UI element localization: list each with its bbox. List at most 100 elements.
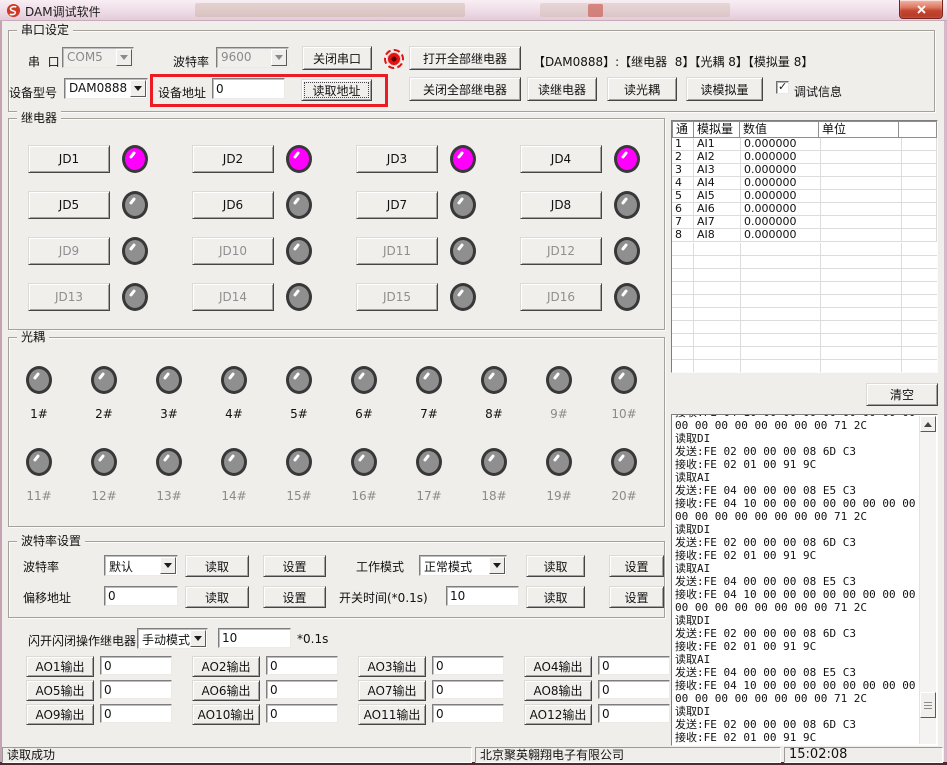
chevron-down-icon[interactable] [489,557,505,574]
relay-button[interactable]: JD13 [28,283,110,311]
clear-log-button[interactable]: 清空 [866,383,938,406]
relay-button[interactable]: JD5 [28,191,110,219]
read-address-button[interactable]: 读取地址 [301,79,372,101]
relay-cell: JD5 [28,190,148,220]
switch-set-button[interactable]: 设置 [609,586,664,608]
cell-channel: 8 [672,229,694,242]
ao-output-input[interactable] [598,656,670,675]
model-select[interactable]: DAM0888 [64,78,148,99]
flash-mode-select[interactable]: 手动模式 [137,628,208,649]
ao-output-input[interactable] [598,704,670,723]
scroll-up-icon[interactable] [920,416,936,432]
titlebar-reflection [195,3,465,17]
offset-set-button[interactable]: 设置 [263,586,326,608]
opto-led [156,448,182,476]
ao-output-button[interactable]: AO11输出 [358,704,426,725]
table-row[interactable]: 1 AI1 0.000000 [672,138,937,151]
relay-button[interactable]: JD16 [520,283,602,311]
ao-output-input[interactable] [432,680,504,699]
table-row[interactable]: 6 AI6 0.000000 [672,203,937,216]
baud-read-button[interactable]: 读取 [185,555,249,577]
relay-led [450,283,476,311]
offset-input[interactable] [104,586,178,606]
relay-button[interactable]: JD15 [356,283,438,311]
ao-output-input[interactable] [266,704,338,723]
cell-channel: 3 [672,164,694,177]
switch-read-button[interactable]: 读取 [526,586,585,608]
ao-output-input[interactable] [598,680,670,699]
ao-output-button[interactable]: AO3输出 [358,656,426,677]
close-button[interactable] [899,0,943,19]
col-header-unit: 单位 [818,121,899,138]
relay-button[interactable]: JD4 [520,145,602,173]
ao-output-button[interactable]: AO6输出 [192,680,260,701]
open-all-relays-button[interactable]: 打开全部继电器 [409,46,521,70]
relay-cell: JD12 [520,236,640,266]
ao-output-input[interactable] [432,704,504,723]
read-opto-button[interactable]: 读光耦 [607,77,677,101]
read-relay-button[interactable]: 读继电器 [527,77,597,101]
ao-output-button[interactable]: AO1输出 [26,656,94,677]
scrollbar-thumb[interactable] [920,692,936,718]
opto-cell: 20# [609,448,639,530]
opto-led [481,366,507,394]
ao-output-button[interactable]: AO10输出 [192,704,260,725]
log-output[interactable]: 发送:FE 04 00 00 00 08 E5 C3 接收:FE 04 10 0… [671,414,938,746]
table-row[interactable]: 3 AI3 0.000000 [672,164,937,177]
offset-read-button[interactable]: 读取 [185,586,249,608]
relay-button[interactable]: JD2 [192,145,274,173]
relay-button[interactable]: JD11 [356,237,438,265]
relay-button[interactable]: JD8 [520,191,602,219]
relay-button[interactable]: JD7 [356,191,438,219]
table-row[interactable]: 5 AI5 0.000000 [672,190,937,203]
opto-cell: 14# [219,448,249,530]
ao-cell: AO2输出 [192,656,338,680]
opto-label: 18# [481,489,506,503]
table-row[interactable]: 8 AI8 0.000000 [672,229,937,242]
table-row[interactable]: 2 AI2 0.000000 [672,151,937,164]
ao-output-input[interactable] [100,704,172,723]
relay-button[interactable]: JD9 [28,237,110,265]
ao-output-input[interactable] [266,656,338,675]
ao-cell: AO1输出 [26,656,172,680]
cell-analog: AI7 [694,216,741,229]
chevron-down-icon[interactable] [190,630,206,647]
baud-cfg-select[interactable]: 默认 [104,555,178,576]
flash-time-input[interactable] [218,628,291,648]
relay-button[interactable]: JD12 [520,237,602,265]
ao-output-button[interactable]: AO4输出 [524,656,592,677]
workmode-read-button[interactable]: 读取 [526,555,585,577]
address-input[interactable] [212,78,285,99]
log-scrollbar[interactable] [919,416,936,744]
ao-output-button[interactable]: AO5输出 [26,680,94,701]
close-port-button[interactable]: 关闭串口 [302,46,372,70]
ao-output-button[interactable]: AO2输出 [192,656,260,677]
close-all-relays-button[interactable]: 关闭全部继电器 [409,77,521,101]
workmode-set-button[interactable]: 设置 [609,555,664,577]
relay-button[interactable]: JD1 [28,145,110,173]
log-line: 读取AI [675,562,917,575]
baud-set-button[interactable]: 设置 [263,555,326,577]
ao-output-button[interactable]: AO12输出 [524,704,592,725]
debug-info-checkbox[interactable] [776,81,789,94]
relay-button[interactable]: JD3 [356,145,438,173]
switch-time-input[interactable] [446,586,519,606]
table-row[interactable]: 7 AI7 0.000000 [672,216,937,229]
relay-button[interactable]: JD10 [192,237,274,265]
ao-output-button[interactable]: AO7输出 [358,680,426,701]
ao-output-input[interactable] [100,656,172,675]
cell-unit [821,203,902,216]
cell-unit [821,177,902,190]
table-row[interactable]: 4 AI4 0.000000 [672,177,937,190]
relay-button[interactable]: JD14 [192,283,274,311]
ao-output-input[interactable] [266,680,338,699]
workmode-select[interactable]: 正常模式 [419,555,507,576]
ao-output-button[interactable]: AO8输出 [524,680,592,701]
ao-output-input[interactable] [100,680,172,699]
ao-output-button[interactable]: AO9输出 [26,704,94,725]
chevron-down-icon[interactable] [130,80,146,97]
chevron-down-icon[interactable] [160,557,176,574]
relay-button[interactable]: JD6 [192,191,274,219]
ao-output-input[interactable] [432,656,504,675]
read-analog-button[interactable]: 读模拟量 [686,77,763,101]
